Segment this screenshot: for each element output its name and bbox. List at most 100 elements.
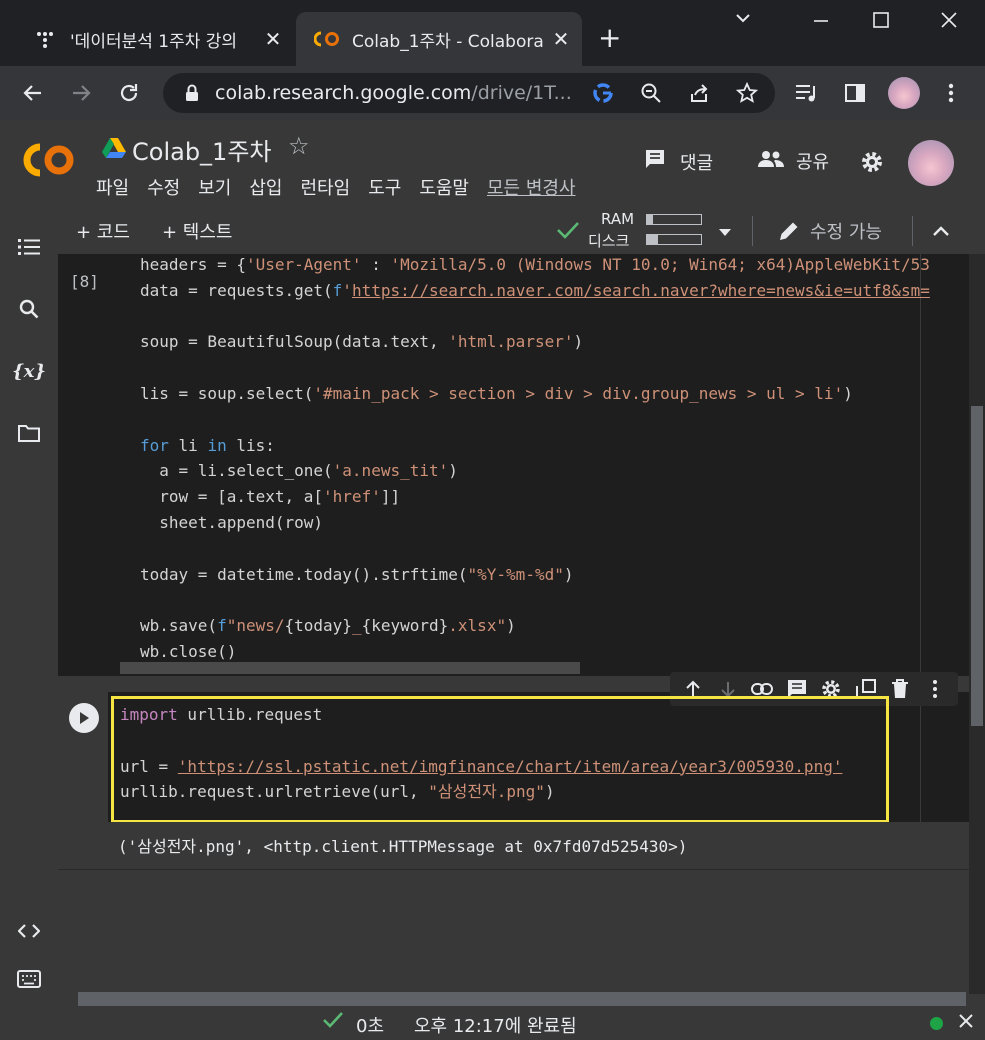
forward-icon[interactable] — [64, 76, 98, 110]
more-cell-actions-icon[interactable] — [923, 677, 947, 701]
edit-mode-button[interactable]: 수정 가능 — [810, 218, 882, 244]
profile-avatar[interactable] — [888, 77, 920, 109]
menu-file[interactable]: 파일 — [96, 174, 129, 200]
code-line: wb.close() — [140, 641, 237, 661]
code-snippets-icon[interactable] — [14, 916, 44, 946]
edit-pencil-icon — [778, 220, 800, 246]
colab-logo-icon[interactable] — [18, 138, 78, 182]
code-line: data = requests.get(f'https://search.nav… — [140, 280, 930, 300]
files-folder-icon[interactable] — [14, 418, 44, 448]
media-control-icon[interactable] — [790, 76, 824, 110]
maximize-icon[interactable] — [872, 10, 890, 35]
variables-icon[interactable]: {x} — [12, 356, 46, 386]
window-close-icon[interactable] — [940, 10, 958, 35]
add-code-cell-button[interactable]: + 코드 — [76, 218, 130, 244]
google-icon[interactable] — [591, 81, 615, 105]
output-text: ('삼성전자.png', <http.client.HTTPMessage at… — [118, 837, 688, 856]
runtime-dropdown-icon[interactable] — [718, 222, 732, 241]
horizontal-scrollbar[interactable] — [120, 662, 580, 674]
code-line: sheet.append(row) — [140, 512, 324, 532]
status-close-icon[interactable] — [958, 1010, 974, 1034]
disk-label: 디스크 — [588, 232, 630, 250]
code-line: headers = {'User-Agent' : 'Mozilla/5.0 (… — [140, 255, 930, 274]
new-tab-button[interactable]: + — [598, 24, 621, 52]
tab-close-icon[interactable]: ✕ — [258, 27, 288, 51]
all-changes-saved-link[interactable]: 모든 변경사 — [487, 174, 582, 200]
share-label: 공유 — [796, 152, 830, 173]
menu-insert[interactable]: 삽입 — [249, 174, 282, 200]
notebook-toolbar: + 코드 + 텍스트 RAM 디스크 수정 가능 — [58, 208, 985, 254]
code-editor[interactable]: headers = {'User-Agent' : 'Mozilla/5.0 (… — [140, 252, 960, 665]
run-cell-button[interactable] — [69, 703, 99, 733]
tab-favicon-icon — [32, 29, 58, 49]
menu-help[interactable]: 도움말 — [419, 174, 469, 200]
notebook-body: [8] headers = {'User-Agent' : 'Mozilla/5… — [58, 254, 985, 1006]
toolbar-divider — [912, 216, 913, 246]
vertical-scrollbar-thumb[interactable] — [971, 406, 983, 726]
menu-runtime[interactable]: 런타임 — [301, 174, 351, 200]
left-sidebar: {x} — [0, 208, 58, 1006]
star-notebook-icon[interactable]: ☆ — [288, 132, 310, 160]
share-page-icon[interactable] — [687, 81, 711, 105]
address-bar[interactable]: colab.research.google.com/drive/1T... — [163, 73, 775, 113]
code-cell-1[interactable]: [8] headers = {'User-Agent' : 'Mozilla/5… — [58, 254, 969, 676]
connection-status-dot — [930, 1017, 943, 1030]
settings-gear-icon[interactable] — [860, 150, 884, 174]
code-line: a = li.select_one('a.news_tit') — [140, 461, 458, 481]
delete-cell-icon[interactable] — [888, 677, 912, 701]
colab-favicon-icon — [314, 29, 340, 49]
account-avatar[interactable] — [908, 140, 954, 186]
google-drive-icon[interactable] — [102, 138, 126, 162]
cell-gutter — [58, 692, 108, 822]
vertical-scrollbar[interactable] — [969, 254, 985, 994]
people-icon — [758, 150, 784, 173]
reload-icon[interactable] — [112, 76, 146, 110]
comment-label: 댓글 — [680, 152, 714, 174]
menu-view[interactable]: 보기 — [198, 174, 231, 200]
browser-tab-colab[interactable]: Colab_1주차 - Colabora ✕ — [296, 12, 582, 66]
connected-check-icon — [556, 220, 580, 244]
line-length-ruler — [920, 692, 921, 822]
execution-success-check-icon — [322, 1010, 344, 1035]
completion-time[interactable]: 오후 12:17에 완료됨 — [414, 1012, 577, 1038]
comment-icon — [644, 148, 666, 175]
browser-toolbar: colab.research.google.com/drive/1T... — [0, 66, 985, 120]
yellow-highlight-box — [111, 696, 889, 823]
status-bar: 0초 오후 12:17에 완료됨 — [0, 1006, 985, 1040]
code-line: lis = soup.select('#main_pack > section … — [140, 383, 853, 403]
lock-icon[interactable] — [181, 84, 203, 102]
browser-tab-strip: '데이터분석 1주차 강의 ✕ Colab_1주차 - Colabora ✕ + — [0, 0, 985, 66]
menu-edit[interactable]: 수정 — [147, 174, 180, 200]
tab-title: '데이터분석 1주차 강의 — [70, 31, 238, 52]
add-text-cell-button[interactable]: + 텍스트 — [162, 218, 232, 244]
browser-tab-lecture[interactable]: '데이터분석 1주차 강의 ✕ — [14, 12, 294, 66]
more-menu-icon[interactable] — [934, 76, 968, 110]
collapse-chevron-up-icon[interactable] — [932, 222, 950, 241]
share-button[interactable]: 공유 — [758, 148, 829, 174]
code-line: soup = BeautifulSoup(data.text, 'html.pa… — [140, 332, 584, 352]
disk-usage-bar — [646, 234, 702, 245]
menu-tools[interactable]: 도구 — [368, 174, 401, 200]
menu-bar: 파일 수정 보기 삽입 런타임 도구 도움말 모든 변경사 — [96, 174, 600, 200]
zoom-icon[interactable] — [639, 81, 663, 105]
colab-header: Colab_1주차 ☆ 파일 수정 보기 삽입 런타임 도구 도움말 모든 변경… — [0, 120, 985, 208]
horizontal-scrollbar-bottom[interactable] — [78, 992, 966, 1006]
back-icon[interactable] — [16, 76, 50, 110]
search-icon[interactable] — [14, 294, 44, 324]
minimize-icon[interactable] — [812, 10, 830, 35]
execution-count: [8] — [70, 272, 99, 291]
ram-usage-bar — [646, 214, 702, 225]
execution-duration: 0초 — [356, 1016, 385, 1037]
code-line: row = [a.text, a['href']] — [140, 487, 401, 507]
comment-button[interactable]: 댓글 — [644, 148, 713, 175]
command-palette-icon[interactable] — [14, 964, 44, 994]
side-panel-icon[interactable] — [838, 76, 872, 110]
notebook-title[interactable]: Colab_1주차 — [132, 132, 271, 167]
tab-close-icon[interactable]: ✕ — [546, 27, 576, 51]
cell-output: ('삼성전자.png', <http.client.HTTPMessage at… — [58, 822, 969, 870]
toolbar-divider — [752, 216, 753, 246]
tab-search-icon[interactable] — [734, 8, 752, 33]
tab-title: Colab_1주차 - Colabora — [352, 31, 544, 52]
table-of-contents-icon[interactable] — [14, 232, 44, 262]
bookmark-star-icon[interactable] — [735, 81, 759, 105]
